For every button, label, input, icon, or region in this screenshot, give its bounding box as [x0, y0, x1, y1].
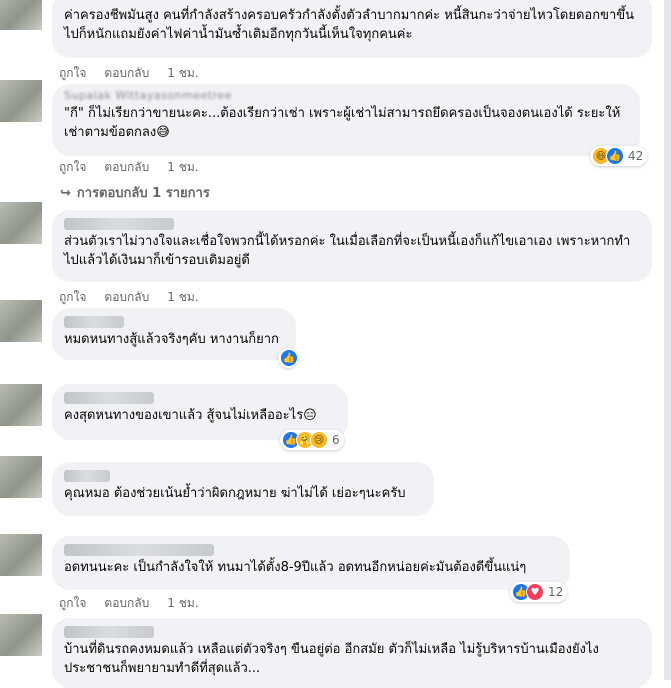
- avatar[interactable]: [0, 614, 42, 656]
- reply-arrow-icon: ↪: [60, 186, 71, 201]
- avatar[interactable]: [0, 0, 42, 30]
- commenter-name[interactable]: [64, 626, 154, 638]
- commenter-name[interactable]: [64, 470, 110, 482]
- comment-actions: ถูกใจ ตอบกลับ 1 ชม.: [59, 64, 199, 83]
- commenter-name[interactable]: Supalak Wittayasonmeetree: [64, 90, 628, 102]
- timestamp[interactable]: 1 ชม.: [167, 288, 198, 307]
- comment-text: ส่วนตัวเราไม่วางใจและเชื่อใจพวกนี้ได้หรอ…: [64, 234, 631, 268]
- comment-bubble: ส่วนตัวเราไม่วางใจและเชื่อใจพวกนี้ได้หรอ…: [52, 210, 652, 282]
- reaction-summary[interactable]: 👍: [278, 348, 298, 368]
- sad-icon: 😢: [310, 431, 328, 449]
- reaction-count: 42: [628, 149, 644, 163]
- timestamp[interactable]: 1 ชม.: [167, 594, 198, 613]
- reply-button[interactable]: ตอบกลับ: [104, 288, 149, 307]
- reply-button[interactable]: ตอบกลับ: [104, 594, 149, 613]
- commenter-name[interactable]: [64, 218, 174, 230]
- like-button[interactable]: ถูกใจ: [59, 158, 86, 177]
- reaction-summary[interactable]: 😆 👍 42: [590, 146, 648, 166]
- avatar[interactable]: [0, 384, 42, 426]
- comment-bubble: หมดหนทางสู้แล้วจริงๆคับ หางานก็ยาก: [52, 308, 296, 360]
- reaction-summary[interactable]: 👍 🤗 😢 6: [280, 430, 344, 450]
- comment-bubble: ค่าครองชีพมันสูง คนที่กำลังสร้างครอบครัว…: [52, 0, 652, 58]
- comment-bubble: อดทนนะคะ เป็นกำลังใจให้ ทนมาได้ตั้ง8-9ปี…: [52, 536, 570, 590]
- comment-actions: ถูกใจ ตอบกลับ 1 ชม.: [59, 288, 199, 307]
- avatar[interactable]: [0, 80, 42, 122]
- like-button[interactable]: ถูกใจ: [59, 64, 86, 83]
- reply-button[interactable]: ตอบกลับ: [104, 64, 149, 83]
- comment-text: คงสุดหนทางของเขาแล้ว สู้จนไม่เหลืออะไร😑: [64, 408, 317, 423]
- reaction-summary[interactable]: 👍 ♥ 12: [510, 582, 568, 602]
- commenter-name[interactable]: [64, 544, 214, 556]
- love-icon: ♥: [526, 583, 544, 601]
- commenter-name[interactable]: [64, 392, 154, 404]
- avatar[interactable]: [0, 456, 42, 498]
- like-icon: 👍: [606, 147, 624, 165]
- timestamp[interactable]: 1 ชม.: [167, 64, 198, 83]
- comment-text: ค่าครองชีพมันสูง คนที่กำลังสร้างครอบครัว…: [64, 8, 635, 42]
- like-button[interactable]: ถูกใจ: [59, 594, 86, 613]
- scrollbar[interactable]: [664, 0, 671, 680]
- avatar[interactable]: [0, 534, 42, 576]
- reply-button[interactable]: ตอบกลับ: [104, 158, 149, 177]
- like-button[interactable]: ถูกใจ: [59, 288, 86, 307]
- reaction-count: 12: [548, 585, 564, 599]
- comment-text: "กี" ก็ไม่เรียกว่าขายนะคะ...ต้องเรียกว่า…: [64, 106, 621, 140]
- view-replies-link[interactable]: ↪ การตอบกลับ 1 รายการ: [60, 182, 210, 203]
- comment-bubble: Supalak Wittayasonmeetree "กี" ก็ไม่เรีย…: [52, 84, 640, 156]
- timestamp[interactable]: 1 ชม.: [167, 158, 198, 177]
- comment-text: อดทนนะคะ เป็นกำลังใจให้ ทนมาได้ตั้ง8-9ปี…: [64, 560, 527, 575]
- comment-bubble: บ้านที่ดินรถคงหมดแล้ว เหลือแต่ตัวจริงๆ ข…: [52, 618, 652, 688]
- comment-bubble: คุณหมอ ต้องช่วยเน้นย้ำว่าผิดกฎหมาย ฆ่าไม…: [52, 462, 434, 516]
- replies-label: การตอบกลับ 1 รายการ: [76, 186, 210, 201]
- avatar[interactable]: [0, 300, 42, 342]
- comment-text: หมดหนทางสู้แล้วจริงๆคับ หางานก็ยาก: [64, 332, 279, 347]
- avatar[interactable]: [0, 202, 42, 244]
- comment-text: คุณหมอ ต้องช่วยเน้นย้ำว่าผิดกฎหมาย ฆ่าไม…: [64, 486, 406, 501]
- comment-text: บ้านที่ดินรถคงหมดแล้ว เหลือแต่ตัวจริงๆ ข…: [64, 642, 599, 676]
- comment-actions: ถูกใจ ตอบกลับ 1 ชม.: [59, 594, 199, 613]
- like-icon: 👍: [280, 349, 298, 367]
- comment-actions: ถูกใจ ตอบกลับ 1 ชม.: [59, 158, 199, 177]
- reaction-count: 6: [332, 433, 340, 447]
- commenter-name[interactable]: [64, 316, 124, 328]
